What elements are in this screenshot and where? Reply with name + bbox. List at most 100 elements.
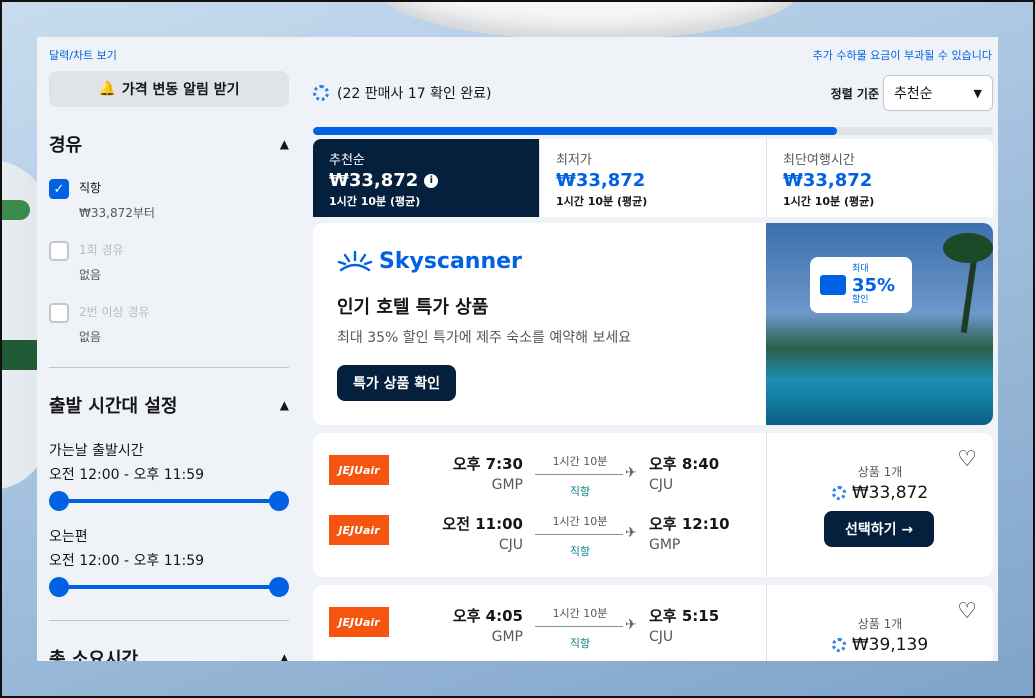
checkbox-disabled-icon	[49, 241, 69, 261]
caret-down-icon: ▼	[973, 86, 982, 100]
outbound-time-slider[interactable]	[49, 490, 289, 512]
duration-section-header[interactable]: 총 소요시간 ▲	[49, 645, 289, 661]
flight-result-card[interactable]: JEJUair 오후 7:30 GMP 1시간 10분 ✈ 직항 오후 8:40…	[313, 433, 993, 577]
departure-time: 오전 11:00	[442, 515, 523, 533]
view-deals-button[interactable]: 특가 상품 확인	[337, 365, 457, 401]
slider-max-handle[interactable]	[269, 577, 289, 597]
loading-spinner-icon	[313, 85, 329, 101]
filter-option-label: 1회 경유	[79, 243, 124, 257]
ad-description: 최대 35% 할인 특가에 제주 숙소를 예약해 보세요	[337, 330, 632, 346]
tab-name: 추천순	[329, 153, 365, 168]
deal-count: 상품 1개	[857, 465, 903, 479]
checkbox-disabled-icon	[49, 303, 69, 323]
airline-logo: JEJUair	[329, 455, 389, 485]
sort-label: 정렬 기준	[830, 87, 879, 101]
tab-name: 최저가	[556, 153, 592, 168]
airline-logo: JEJUair	[329, 515, 389, 545]
tab-price: ₩33,872	[329, 170, 419, 191]
search-status-row: (22 판매사 17 확인 완료) 정렬 기준 추천순 ▼	[313, 71, 993, 115]
airplane-icon: ✈	[625, 465, 637, 481]
filter-option-direct[interactable]: ✓ 직항 ₩33,872부터	[49, 179, 289, 221]
filter-option-two-plus-stops: 2번 이상 경유 없음	[49, 303, 289, 345]
time-section-title: 출발 시간대 설정	[49, 396, 178, 417]
slider-track	[59, 499, 279, 503]
badge-percent: 35%	[852, 274, 896, 296]
flight-leg-return: JEJUair 오전 11:00 CJU 1시간 10분 ✈ 직항 오후 12:…	[313, 509, 767, 558]
chevron-up-icon: ▲	[279, 651, 289, 661]
ad-title: 인기 호텔 특가 상품	[337, 297, 489, 318]
select-button[interactable]: 선택하기 →	[824, 511, 934, 547]
filter-option-label: 2번 이상 경유	[79, 305, 150, 319]
stops-section-title: 경유	[49, 135, 83, 156]
tab-fastest[interactable]: 최단여행시간 ₩33,872 1시간 10분 (평균)	[767, 139, 993, 217]
loading-spinner-icon	[831, 486, 846, 500]
flight-leg-outbound: JEJUair 오후 7:30 GMP 1시간 10분 ✈ 직항 오후 8:40…	[313, 449, 767, 498]
search-results-panel: 달력/차트 보기 추가 수하물 요금이 부과될 수 있습니다 🔔 가격 변동 알…	[37, 37, 998, 661]
stops-label: 직항	[569, 545, 591, 558]
airplane-icon: ✈	[625, 617, 637, 633]
flight-duration: 1시간 10분	[552, 607, 608, 620]
sort-value: 추천순	[894, 86, 933, 102]
airline-logo: JEJUair	[329, 607, 389, 637]
slider-max-handle[interactable]	[269, 491, 289, 511]
price-value: ₩39,139	[851, 635, 929, 655]
route-line	[535, 474, 623, 475]
price-alert-label: 가격 변동 알림 받기	[121, 82, 240, 98]
outbound-time-range: 오전 12:00 - 오후 11:59	[49, 467, 205, 483]
checkbox-checked-icon[interactable]: ✓	[49, 179, 69, 199]
price-column: ♡ 상품 1개 ₩39,139	[767, 585, 993, 661]
tab-cheapest[interactable]: 최저가 ₩33,872 1시간 10분 (평균)	[540, 139, 767, 217]
stops-label: 직항	[569, 485, 591, 498]
section-divider	[49, 620, 289, 621]
search-progress-bar	[313, 127, 993, 135]
tab-duration: 1시간 10분 (평균)	[329, 195, 421, 208]
slider-min-handle[interactable]	[49, 491, 69, 511]
price-row: ₩33,872	[767, 483, 993, 503]
palm-leaves-shape	[943, 233, 993, 263]
filter-option-label: 직항	[79, 181, 102, 195]
departure-airport: CJU	[498, 537, 523, 553]
duration-section-title: 총 소요시간	[49, 649, 139, 661]
tab-duration: 1시간 10분 (평균)	[556, 195, 648, 208]
filter-option-sub: 없음	[79, 268, 102, 282]
airplane-icon: ✈	[625, 525, 637, 541]
hotel-ad-banner[interactable]: Skyscanner 인기 호텔 특가 상품 최대 35% 할인 특가에 제주 …	[313, 223, 993, 425]
route-line	[535, 534, 623, 535]
filter-option-one-stop: 1회 경유 없음	[49, 241, 289, 283]
brand-name: Skyscanner	[379, 249, 522, 274]
progress-fill	[313, 127, 837, 135]
baggage-fees-link[interactable]: 추가 수하물 요금이 부과될 수 있습니다	[813, 47, 992, 63]
arrival-time: 오후 8:40	[649, 455, 720, 473]
flight-result-card[interactable]: JEJUair 오후 4:05 GMP 1시간 10분 ✈ 직항 오후 5:15…	[313, 585, 993, 661]
stops-label: 직항	[569, 637, 591, 650]
stops-section-header[interactable]: 경유 ▲	[49, 131, 289, 157]
sunrise-logo-icon	[337, 250, 373, 271]
arrival-airport: CJU	[649, 629, 674, 645]
slider-min-handle[interactable]	[49, 577, 69, 597]
flight-leg-outbound: JEJUair 오후 4:05 GMP 1시간 10분 ✈ 직항 오후 5:15…	[313, 601, 767, 650]
departure-time: 오후 4:05	[452, 607, 523, 625]
departure-time: 오후 7:30	[452, 455, 523, 473]
chevron-up-icon: ▲	[279, 137, 289, 151]
tab-duration: 1시간 10분 (평균)	[783, 195, 875, 208]
outbound-time-label: 가는날 출발시간	[49, 443, 144, 459]
filter-option-sub: 없음	[79, 330, 102, 344]
departure-airport: GMP	[491, 477, 523, 493]
sort-select[interactable]: 추천순 ▼	[883, 75, 993, 111]
flight-duration: 1시간 10분	[552, 515, 608, 528]
results-main: (22 판매사 17 확인 완료) 정렬 기준 추천순 ▼ 추천순 ₩33,87…	[313, 71, 993, 661]
calendar-chart-link[interactable]: 달력/차트 보기	[49, 47, 117, 63]
price-value: ₩33,872	[851, 483, 929, 503]
time-section-header[interactable]: 출발 시간대 설정 ▲	[49, 392, 289, 418]
arrival-airport: GMP	[649, 537, 681, 553]
section-divider	[49, 367, 289, 368]
return-time-slider[interactable]	[49, 576, 289, 598]
info-icon[interactable]: i	[424, 173, 439, 188]
tab-best[interactable]: 추천순 ₩33,872 i 1시간 10분 (평균)	[313, 139, 540, 217]
route-line	[535, 626, 623, 627]
loading-spinner-icon	[831, 638, 846, 652]
price-alert-button[interactable]: 🔔 가격 변동 알림 받기	[49, 71, 289, 107]
search-status-text: (22 판매사 17 확인 완료)	[337, 86, 492, 102]
tab-price: ₩33,872	[556, 170, 646, 191]
deal-count: 상품 1개	[857, 617, 903, 631]
